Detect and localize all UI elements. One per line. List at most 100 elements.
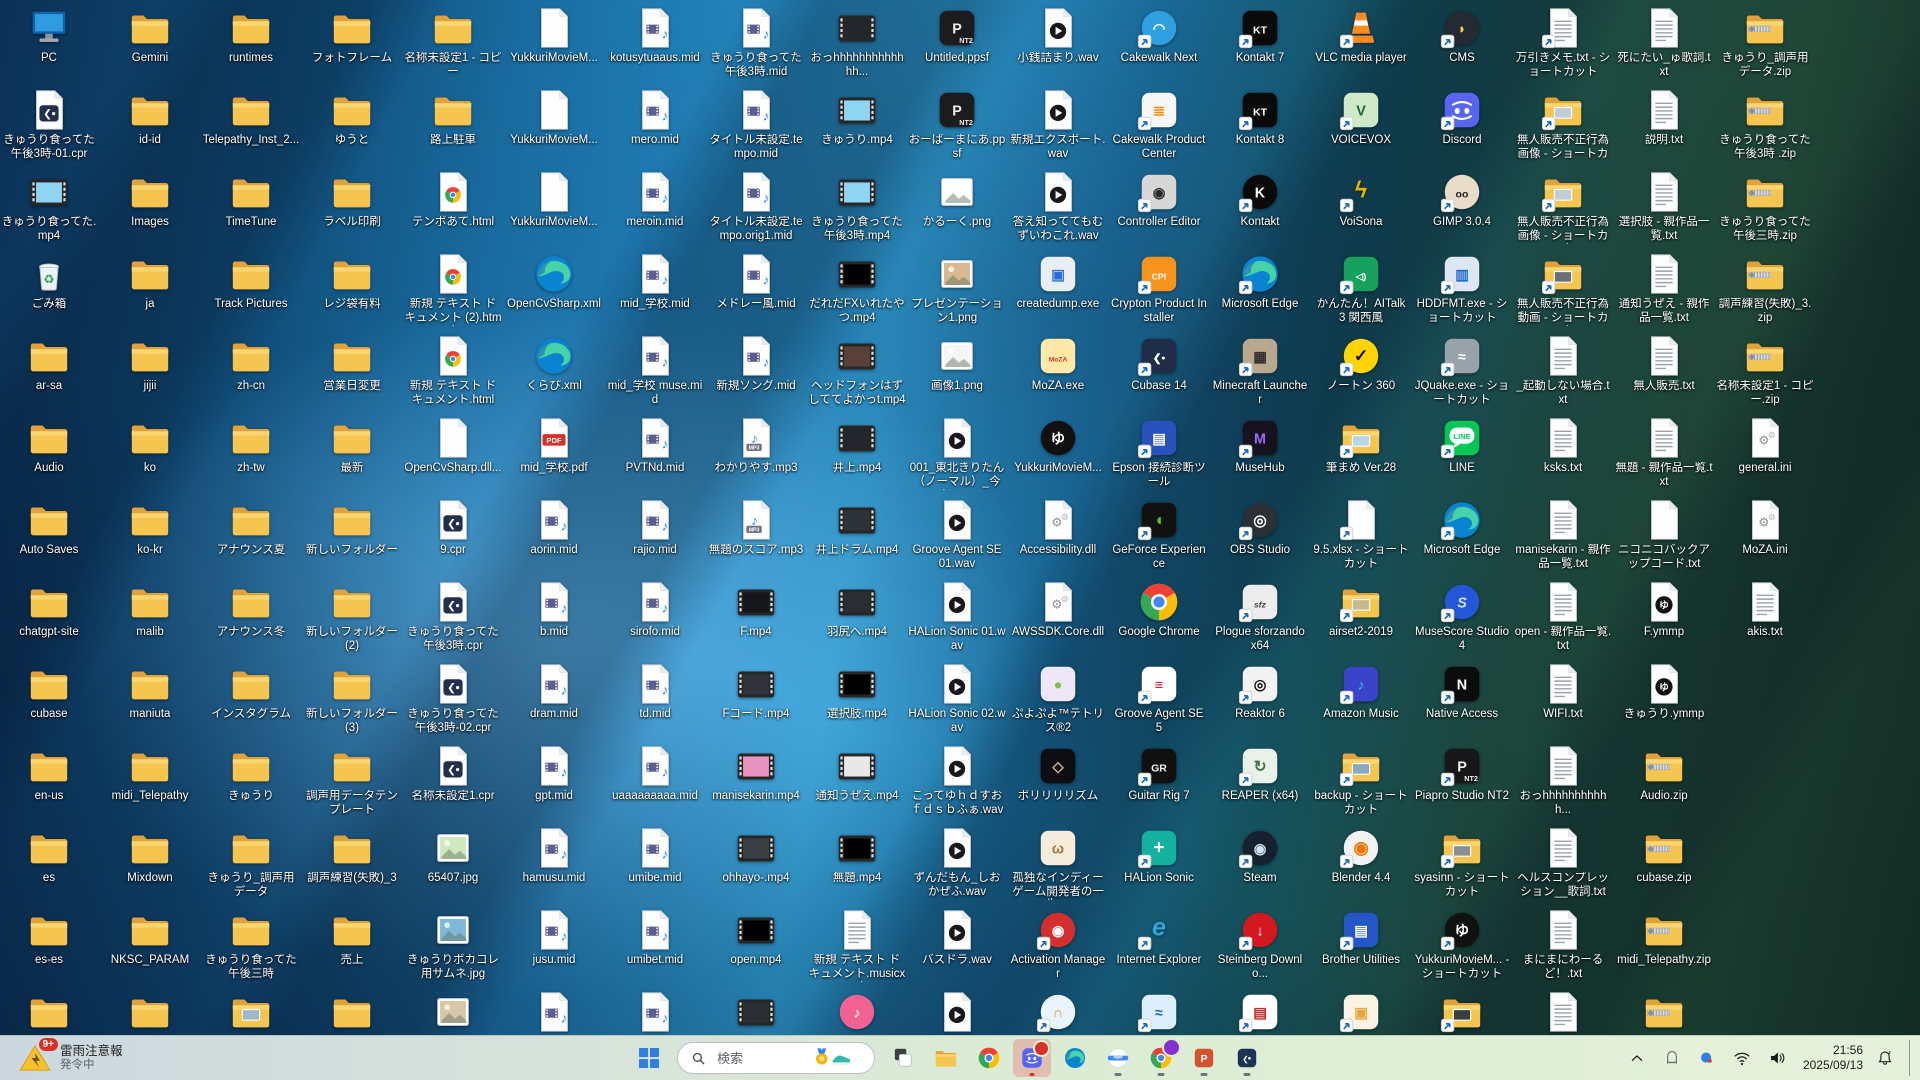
- desktop-icon[interactable]: 新規 テキスト ドキュメント (2).html: [404, 249, 502, 326]
- desktop-icon[interactable]: Images: [101, 167, 199, 230]
- desktop-icon[interactable]: ◇ポリリリリズム: [1009, 741, 1107, 804]
- desktop-icon[interactable]: テンポあて.html: [404, 167, 502, 230]
- desktop-icon[interactable]: ♪gpt.mid: [505, 741, 603, 804]
- desktop-icon[interactable]: ♪mid_学校.mid: [606, 249, 704, 312]
- desktop-icon[interactable]: 小銭詰まり.wav: [1009, 3, 1107, 66]
- desktop-icon[interactable]: open - 親作品一覧.txt: [1514, 577, 1612, 653]
- desktop-icon[interactable]: まにまにわーるど！.txt: [1514, 905, 1612, 981]
- desktop-icon[interactable]: Google Chrome: [1110, 577, 1208, 640]
- desktop-icon[interactable]: こってゆｈｄすおｆｄｓｂふぁ.wav: [908, 741, 1006, 817]
- desktop-icon[interactable]: ♪dram.mid: [505, 659, 603, 722]
- desktop-icon[interactable]: レジ袋有料: [303, 249, 401, 312]
- desktop-icon[interactable]: 無人販売不正行為動画 - ショートカット: [1514, 249, 1612, 326]
- desktop-icon[interactable]: ヘッドフォンはずしててよかっt.mp4: [808, 331, 906, 407]
- desktop-icon[interactable]: sfzPlogue sforzando x64: [1211, 577, 1309, 653]
- desktop-icon[interactable]: きゅうり食ってた午後3時 .zip: [1716, 85, 1814, 161]
- desktop-icon[interactable]: 筆まめ Ver.28: [1312, 413, 1410, 476]
- desktop-icon[interactable]: 無題.mp4: [808, 823, 906, 886]
- desktop-icon[interactable]: syasinn - ショートカット: [1413, 823, 1511, 899]
- desktop-icon[interactable]: KTKontakt 7: [1211, 3, 1309, 66]
- file-explorer-button[interactable]: [927, 1039, 965, 1077]
- desktop-icon[interactable]: en-us: [0, 741, 98, 804]
- desktop-icon[interactable]: WIFI.txt: [1514, 659, 1612, 722]
- desktop-icon[interactable]: 井上.mp4: [808, 413, 906, 476]
- desktop-icon[interactable]: YukkuriMovieM...: [505, 85, 603, 148]
- desktop-icon[interactable]: NNative Access: [1413, 659, 1511, 722]
- desktop-icon[interactable]: 調声練習(失敗)_3.zip: [1716, 249, 1814, 325]
- desktop-icon[interactable]: MMuseHub: [1211, 413, 1309, 476]
- desktop-icon[interactable]: ω孤独なインディーゲーム開発者の一生 ...: [1009, 823, 1107, 900]
- desktop-icon[interactable]: Discord: [1413, 85, 1511, 148]
- desktop-icon[interactable]: airset2-2019: [1312, 577, 1410, 640]
- desktop-icon[interactable]: おっhhhhhhhhhhh...: [1514, 741, 1612, 817]
- desktop-icon[interactable]: アナウンス冬: [202, 577, 300, 640]
- desktop-icon[interactable]: かるーく.png: [908, 167, 1006, 230]
- desktop-icon[interactable]: 通知うぜえ - 親作品一覧.txt: [1615, 249, 1713, 325]
- desktop-icon[interactable]: LINELINE: [1413, 413, 1511, 476]
- desktop-icon[interactable]: 説明.txt: [1615, 85, 1713, 148]
- desktop-icon-clipped[interactable]: ▤: [1211, 987, 1309, 1036]
- desktop-icon[interactable]: 新しいフォルダー: [303, 495, 401, 558]
- desktop-icon[interactable]: ◉Steam: [1211, 823, 1309, 886]
- tray-expand-chevron-icon[interactable]: [1624, 1045, 1650, 1071]
- desktop-icon[interactable]: F.mp4: [707, 577, 805, 640]
- desktop-icon-clipped[interactable]: ♪: [606, 987, 704, 1036]
- desktop-icon[interactable]: cubase.zip: [1615, 823, 1713, 886]
- desktop-icon[interactable]: だれだFXいれたやつ.mp4: [808, 249, 906, 325]
- desktop-icon[interactable]: きゅうり食ってた午後3時.mp4: [808, 167, 906, 243]
- desktop-icon[interactable]: 路上駐車: [404, 85, 502, 148]
- desktop-icon[interactable]: ◖GeForce Experience: [1110, 495, 1208, 571]
- desktop-icon[interactable]: ❮きゅうり食ってた午後3時-02.cpr: [404, 659, 502, 735]
- desktop-icon[interactable]: ゆきゅうり.ymmp: [1615, 659, 1713, 722]
- desktop-icon-clipped[interactable]: ∩: [1009, 987, 1107, 1036]
- show-desktop-button[interactable]: [1909, 1040, 1914, 1076]
- desktop-icon[interactable]: zh-cn: [202, 331, 300, 394]
- desktop-icon[interactable]: ♪umibet.mid: [606, 905, 704, 968]
- desktop-icon[interactable]: YukkuriMovieM...: [505, 3, 603, 66]
- desktop-icon[interactable]: YukkuriMovieM...: [505, 167, 603, 230]
- desktop-icon[interactable]: es-es: [0, 905, 98, 968]
- desktop-icon[interactable]: ▤Brother Utilities: [1312, 905, 1410, 968]
- desktop-icon[interactable]: ♪mero.mid: [606, 85, 704, 148]
- desktop-icon[interactable]: ◎Reaktor 6: [1211, 659, 1309, 722]
- desktop-icon[interactable]: ▥HDDFMT.exe - ショートカット: [1413, 249, 1511, 325]
- desktop-icon[interactable]: ▣createdump.exe: [1009, 249, 1107, 312]
- desktop-icon[interactable]: きゅうり食ってた午後三時.zip: [1716, 167, 1814, 243]
- desktop-icon[interactable]: ♪kotusytuaaus.mid: [606, 3, 704, 66]
- desktop-icon-clipped[interactable]: [303, 987, 401, 1036]
- desktop-icon[interactable]: 万引きメモ.txt - ショートカット: [1514, 3, 1612, 79]
- desktop-icon[interactable]: ▦Minecraft Launcher: [1211, 331, 1309, 407]
- desktop-icon-clipped[interactable]: ≈: [1110, 987, 1208, 1036]
- desktop-icon[interactable]: 羽尻へ.mp4: [808, 577, 906, 640]
- desktop-icon[interactable]: jijii: [101, 331, 199, 394]
- volume-icon[interactable]: [1764, 1045, 1790, 1071]
- desktop-icon[interactable]: 65407.jpg: [404, 823, 502, 886]
- desktop-icon[interactable]: ♪hamusu.mid: [505, 823, 603, 886]
- desktop-icon[interactable]: バスドラ.wav: [908, 905, 1006, 968]
- desktop-icon[interactable]: NKSC_PARAM: [101, 905, 199, 968]
- desktop-icon[interactable]: きゅうり_調声用データ: [202, 823, 300, 899]
- desktop-icon-clipped[interactable]: ♪: [808, 987, 906, 1036]
- desktop-icon[interactable]: OpenCvSharp.dll...: [404, 413, 502, 476]
- desktop-icon[interactable]: 新しいフォルダー (2): [303, 577, 401, 653]
- desktop-icon[interactable]: ♪td.mid: [606, 659, 704, 722]
- desktop-icon[interactable]: chatgpt-site: [0, 577, 98, 640]
- weather-widget[interactable]: 9+ 雷雨注意報 発令中: [10, 1036, 131, 1080]
- desktop-icon[interactable]: ❮名称未設定1.cpr: [404, 741, 502, 804]
- desktop-icon[interactable]: ゆYukkuriMovieM... - ショートカット: [1413, 905, 1511, 981]
- desktop-icon[interactable]: ゆうと: [303, 85, 401, 148]
- desktop-icon[interactable]: ⚙⚙general.ini: [1716, 413, 1814, 476]
- desktop-icon-clipped[interactable]: [707, 987, 805, 1036]
- desktop-icon[interactable]: Audio: [0, 413, 98, 476]
- desktop-icon[interactable]: SMuseScore Studio 4: [1413, 577, 1511, 653]
- desktop-icon[interactable]: ooGIMP 3.0.4: [1413, 167, 1511, 230]
- desktop-icon[interactable]: ksks.txt: [1514, 413, 1612, 476]
- desktop-icon[interactable]: 調声用データテンプレート: [303, 741, 401, 817]
- desktop-icon[interactable]: ↓Steinberg Downlo...: [1211, 905, 1309, 981]
- desktop-icon[interactable]: HALion Sonic 01.wav: [908, 577, 1006, 653]
- desktop-icon[interactable]: KTKontakt 8: [1211, 85, 1309, 148]
- desktop-icon[interactable]: ko-kr: [101, 495, 199, 558]
- desktop-icon[interactable]: akis.txt: [1716, 577, 1814, 640]
- search-box[interactable]: [677, 1042, 875, 1074]
- tray-app-icon[interactable]: [1659, 1045, 1685, 1071]
